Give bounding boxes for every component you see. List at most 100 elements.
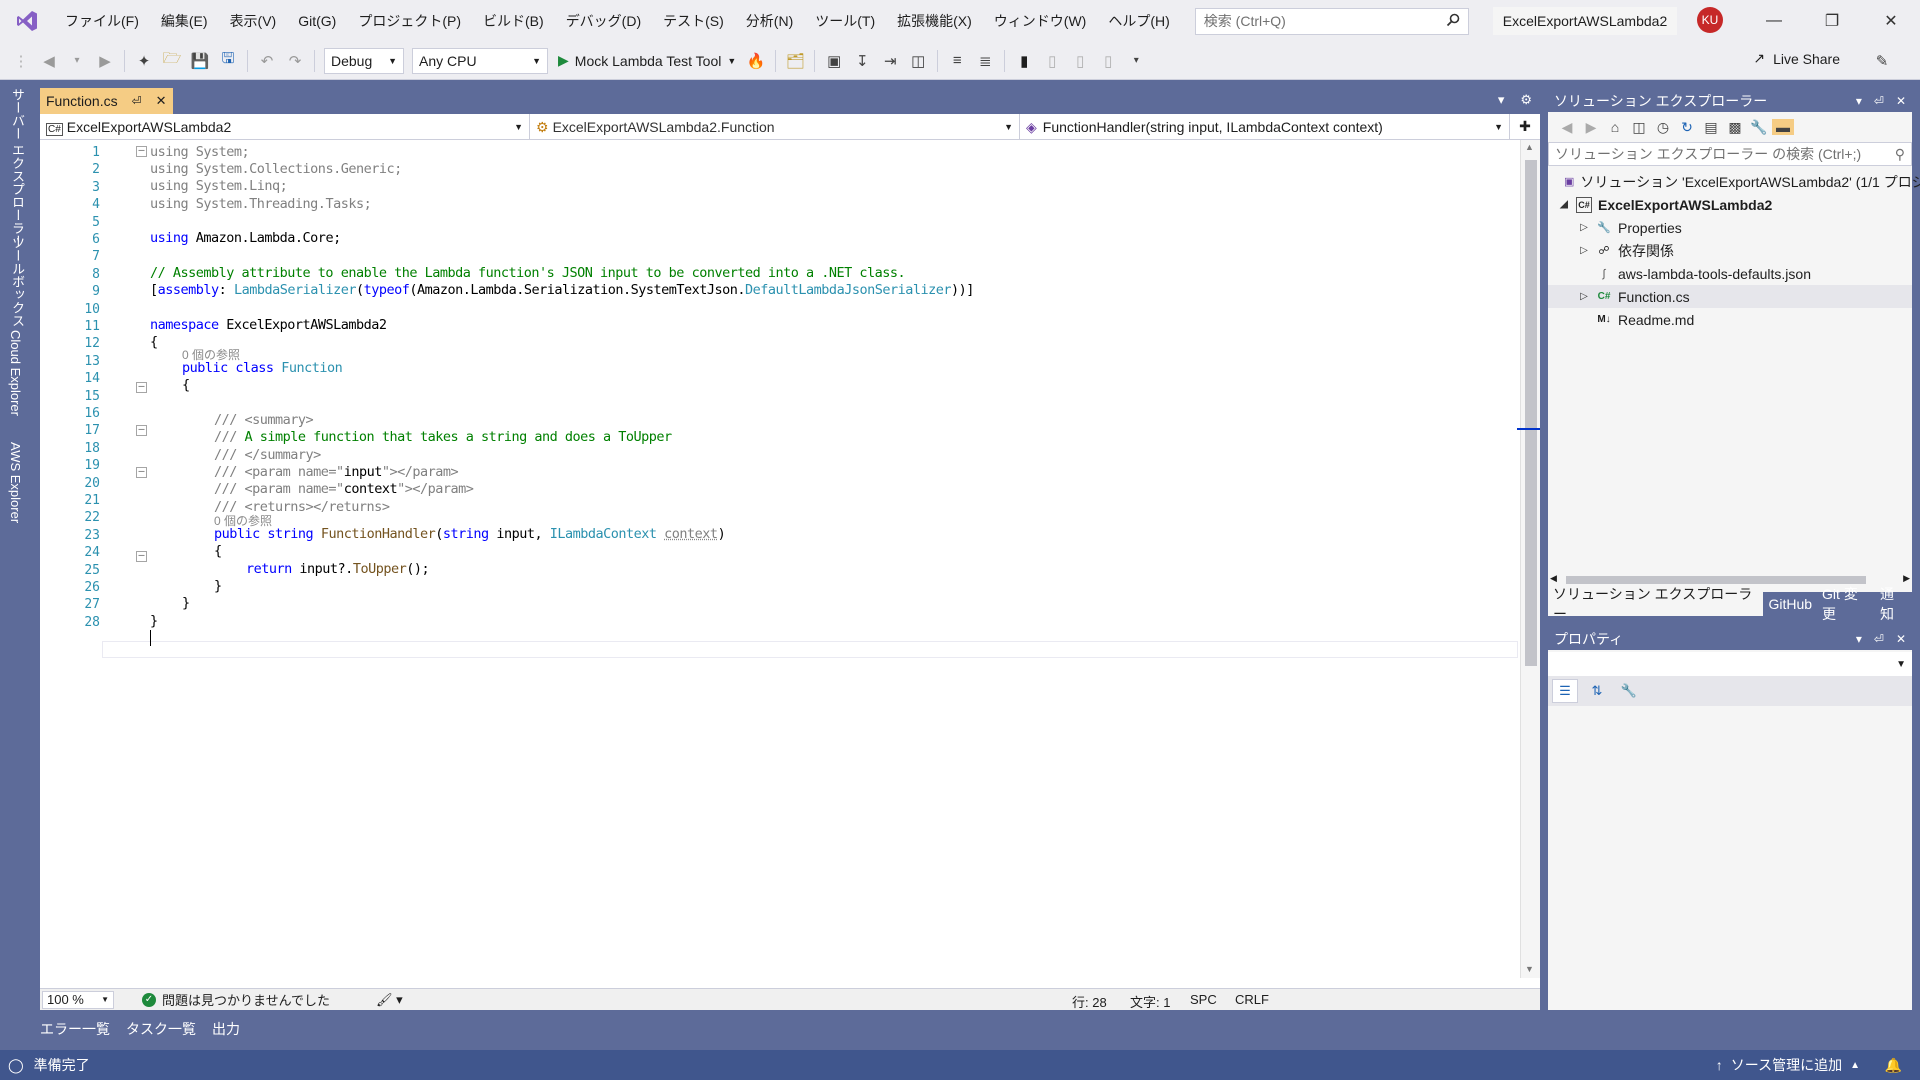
tab-server-explorer[interactable]: サーバー エクスプローラー: [8, 88, 27, 248]
uncomment-lines-icon[interactable]: ≣: [974, 50, 996, 72]
expanded-triangle-icon[interactable]: ◢: [1558, 199, 1570, 210]
pin-icon[interactable]: ⏎: [1874, 94, 1884, 108]
pin-icon[interactable]: ⏎: [132, 94, 142, 108]
menu-project[interactable]: プロジェクト(P): [347, 0, 472, 42]
restore-icon[interactable]: ❐: [1803, 0, 1861, 42]
tab-solution-explorer[interactable]: ソリューション エクスプローラー: [1548, 586, 1764, 622]
open-folder-icon[interactable]: 🗁: [161, 50, 183, 72]
tree-item-json-file[interactable]: ∫ aws-lambda-tools-defaults.json: [1548, 262, 1912, 285]
toolbar-overflow-icon[interactable]: ▾: [1125, 50, 1147, 72]
scrollbar-thumb[interactable]: [1525, 160, 1537, 666]
code-text-area[interactable]: 1 2 3 4 5 6 7 8 9 10 11 12 13 14 15 16 17 18 19 20 21 22 23 24 2…: [40, 140, 1540, 978]
close-tab-icon[interactable]: ✕: [156, 93, 167, 109]
collapse-icon[interactable]: –: [136, 146, 147, 157]
tab-toolbox[interactable]: ツールボックス: [8, 236, 27, 327]
tab-error-list[interactable]: エラー一覧: [40, 1019, 110, 1039]
save-all-icon[interactable]: 🖫: [217, 50, 239, 72]
show-next-statement-icon[interactable]: ⇥: [879, 50, 901, 72]
line-ending-indicator[interactable]: CRLF: [1235, 992, 1269, 1007]
back-dropdown-icon[interactable]: ▾: [66, 50, 88, 72]
browser-link-icon[interactable]: ▣: [823, 50, 845, 72]
minimize-icon[interactable]: —: [1745, 0, 1803, 42]
column-indicator[interactable]: 文字: 1: [1130, 992, 1170, 1011]
menu-extensions[interactable]: 拡張機能(X): [886, 0, 983, 42]
tree-item-dependencies[interactable]: ▷ ☍ 依存関係: [1548, 239, 1912, 262]
undo-icon[interactable]: ↶: [256, 50, 278, 72]
forward-icon[interactable]: ▶: [1580, 119, 1602, 136]
menu-test[interactable]: テスト(S): [652, 0, 735, 42]
scroll-up-icon[interactable]: ▲: [1525, 142, 1534, 152]
type-nav-select[interactable]: ⚙ ExcelExportAWSLambda2.Function ▼: [530, 114, 1020, 140]
scrollbar-thumb[interactable]: [1566, 576, 1866, 584]
chevron-down-icon[interactable]: ▾: [1498, 92, 1505, 108]
home-icon[interactable]: ⌂: [1604, 119, 1626, 135]
back-icon[interactable]: ◀: [38, 50, 60, 72]
tab-function-cs[interactable]: Function.cs ⏎ ✕: [40, 88, 173, 114]
global-search-input[interactable]: 検索 (Ctrl+Q): [1194, 7, 1469, 35]
show-all-files-icon[interactable]: ▩: [1724, 119, 1746, 136]
start-debugging-button[interactable]: ▶ Mock Lambda Test Tool ▼: [552, 52, 742, 69]
tree-item-solution[interactable]: ▣ ソリューション 'ExcelExportAWSLambda2' (1/1 プ…: [1548, 170, 1920, 193]
step-into-icon[interactable]: ↧: [851, 50, 873, 72]
collapsed-triangle-icon[interactable]: ▷: [1578, 245, 1590, 256]
wrench-icon[interactable]: 🔧: [1748, 119, 1770, 136]
collapse-all-icon[interactable]: ▤: [1700, 119, 1722, 136]
scroll-left-icon[interactable]: ◀: [1550, 573, 1557, 584]
tree-item-function-cs[interactable]: ▷ C# Function.cs: [1548, 285, 1912, 308]
tab-aws-explorer[interactable]: AWS Explorer: [8, 442, 23, 523]
find-in-files-icon[interactable]: 🗂: [784, 50, 806, 72]
alphabetical-icon[interactable]: ⇅: [1584, 679, 1610, 703]
menu-edit[interactable]: 編集(E): [150, 0, 219, 42]
tab-github[interactable]: GitHub: [1763, 592, 1817, 616]
save-icon[interactable]: 💾: [189, 50, 211, 72]
close-icon[interactable]: ✕: [1862, 0, 1920, 42]
platform-select[interactable]: Any CPU ▼: [412, 47, 548, 74]
hot-reload-icon[interactable]: 🔥: [745, 50, 767, 72]
whitespace-indicator[interactable]: SPC: [1190, 992, 1217, 1007]
forward-icon[interactable]: ▶: [94, 50, 116, 72]
properties-object-select[interactable]: ▼: [1548, 652, 1912, 676]
collapse-icon[interactable]: –: [136, 467, 147, 478]
member-nav-select[interactable]: ◈ FunctionHandler(string input, ILambdaCo…: [1020, 114, 1510, 140]
tab-output[interactable]: 出力: [212, 1019, 240, 1039]
collapse-icon[interactable]: –: [136, 425, 147, 436]
close-icon[interactable]: ✕: [1896, 94, 1906, 108]
visual-studio-logo-icon[interactable]: [0, 0, 54, 42]
menu-git[interactable]: Git(G): [287, 0, 347, 42]
switch-views-icon[interactable]: ◫: [1628, 119, 1650, 136]
split-editor-icon[interactable]: ✚: [1510, 114, 1540, 139]
menu-window[interactable]: ウィンドウ(W): [983, 0, 1098, 42]
categorized-icon[interactable]: ☰: [1552, 679, 1578, 703]
refresh-icon[interactable]: ↻: [1676, 119, 1698, 136]
chevron-down-icon[interactable]: ▾: [1856, 94, 1862, 108]
menu-help[interactable]: ヘルプ(H): [1097, 0, 1180, 42]
user-avatar[interactable]: KU: [1697, 7, 1723, 33]
editor-vertical-scrollbar[interactable]: ▲ ▼: [1517, 140, 1540, 978]
issues-status[interactable]: 問題は見つかりませんでした: [162, 990, 330, 1009]
gear-icon[interactable]: ⚙: [1520, 92, 1532, 108]
tab-cloud-explorer[interactable]: Cloud Explorer: [8, 330, 23, 416]
collapsed-triangle-icon[interactable]: ▷: [1578, 291, 1590, 302]
menu-file[interactable]: ファイル(F): [54, 0, 150, 42]
pending-changes-icon[interactable]: ◷: [1652, 119, 1674, 136]
tree-item-project[interactable]: ◢ C# ExcelExportAWSLambda2: [1548, 193, 1912, 216]
comment-lines-icon[interactable]: ≡: [946, 50, 968, 72]
bookmark-icon[interactable]: ▮: [1013, 50, 1035, 72]
source-control-button[interactable]: ↑ ソース管理に追加 ▲: [1716, 1055, 1860, 1075]
layout-icon[interactable]: ◫: [907, 50, 929, 72]
back-icon[interactable]: ◀: [1556, 119, 1578, 136]
tab-notifications[interactable]: 通知: [1875, 586, 1912, 622]
menu-build[interactable]: ビルド(B): [472, 0, 555, 42]
pin-icon[interactable]: ⏎: [1874, 632, 1884, 646]
redo-icon[interactable]: ↷: [284, 50, 306, 72]
chevron-down-icon[interactable]: ▾: [1856, 632, 1862, 646]
tab-git-changes[interactable]: Git 変更: [1817, 586, 1875, 622]
new-project-icon[interactable]: ✦: [133, 50, 155, 72]
configuration-select[interactable]: Debug ▼: [324, 47, 404, 74]
tree-item-properties[interactable]: ▷ 🔧 Properties: [1548, 216, 1912, 239]
tree-item-readme[interactable]: M↓ Readme.md: [1548, 308, 1912, 331]
menu-view[interactable]: 表示(V): [219, 0, 288, 42]
menu-debug[interactable]: デバッグ(D): [555, 0, 652, 42]
solution-search-input[interactable]: ソリューション エクスプローラー の検索 (Ctrl+;) ⚲: [1548, 142, 1912, 166]
scroll-down-icon[interactable]: ▼: [1525, 964, 1534, 974]
